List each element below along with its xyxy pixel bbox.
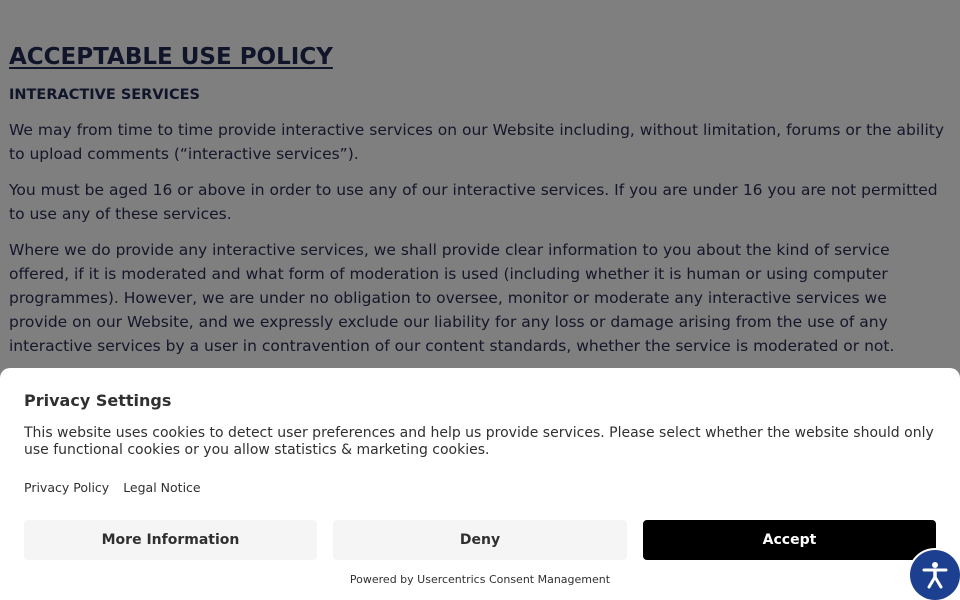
accessibility-button[interactable] — [912, 552, 958, 598]
consent-title: Privacy Settings — [24, 391, 172, 410]
accessibility-person-icon — [922, 562, 948, 589]
powered-by-text: Powered by Usercentrics Consent Manageme… — [349, 573, 611, 586]
consent-links: Privacy Policy Legal Notice — [24, 480, 215, 495]
cookie-consent-banner: Privacy Settings This website uses cooki… — [0, 368, 960, 600]
page: ACCEPTABLE USE POLICY INTERACTIVE SERVIC… — [0, 0, 960, 600]
accept-button[interactable]: Accept — [643, 520, 936, 560]
consent-description: This website uses cookies to detect user… — [24, 425, 934, 458]
legal-notice-link[interactable]: Legal Notice — [123, 480, 200, 495]
more-information-button[interactable]: More Information — [24, 520, 317, 560]
deny-button[interactable]: Deny — [333, 520, 627, 560]
privacy-policy-link[interactable]: Privacy Policy — [24, 480, 109, 495]
